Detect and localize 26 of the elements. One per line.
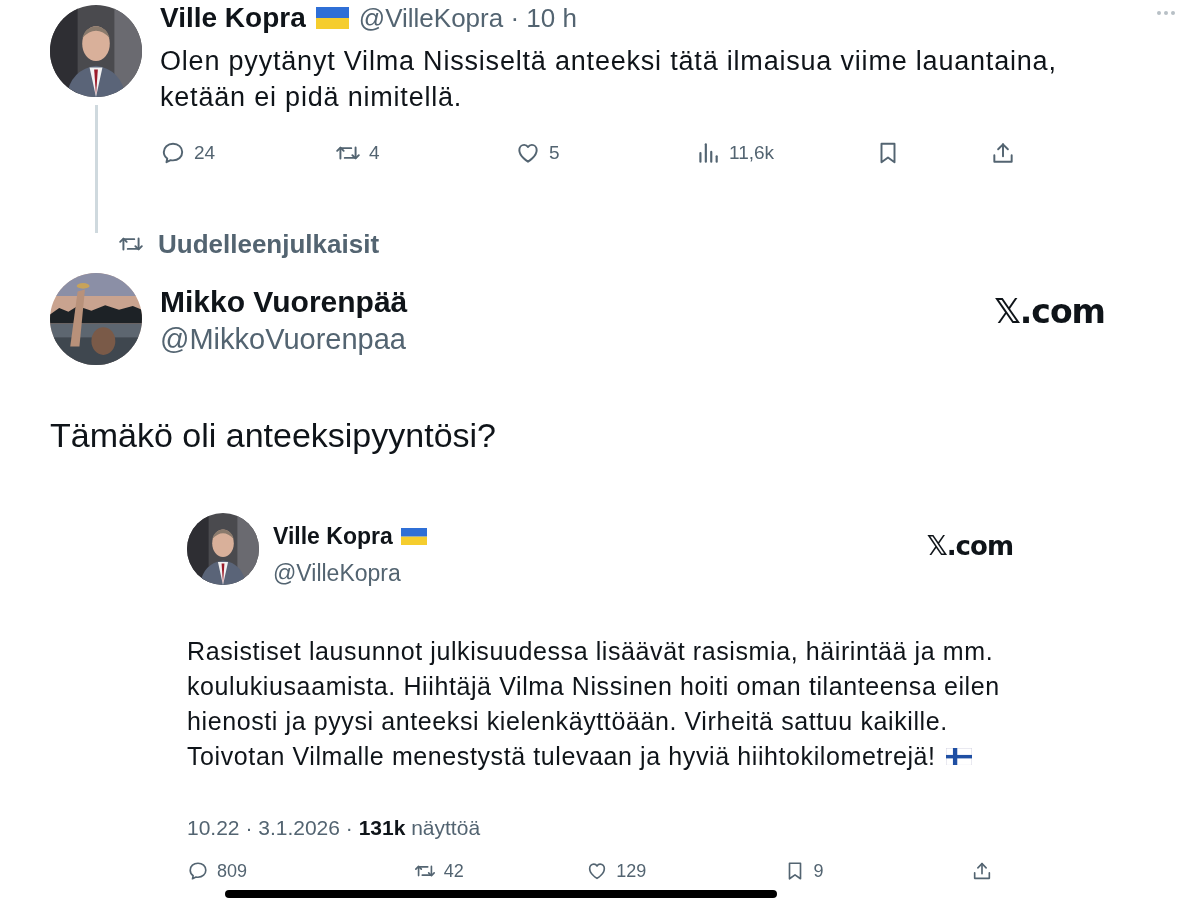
handle: @MikkoVuorenpaa (160, 322, 407, 357)
heart-button[interactable]: 129 (586, 857, 784, 885)
repost-button[interactable]: 4 (335, 139, 515, 168)
repost-button[interactable]: 42 (413, 857, 587, 885)
reply-button[interactable]: 809 (187, 857, 414, 885)
reply-button[interactable]: 24 (160, 139, 335, 168)
handle: @VilleKopra (273, 558, 402, 588)
finland-flag-icon (945, 747, 972, 766)
reply-icon (187, 860, 209, 882)
ukraine-flag-icon (315, 7, 349, 29)
brand-logo: 𝕏.com (994, 291, 1105, 333)
bookmark-button[interactable]: 9 (783, 857, 971, 885)
handle-and-time: @VilleKopra · 10 h (358, 1, 577, 35)
quoted-text: Rasistiset lausunnot julkisuudessa lisäävät rasismia, häirintää ja mm. koulukiusaamista. Hiihtäjä Vilma Nissinen hoiti oman tilanteensa eilen hienosti ja pyysi anteeksi kielenkäyttöään. Virheitä sattuu kaikille. (187, 636, 1001, 737)
author-name: Mikko Vuorenpää (160, 285, 409, 319)
author-name: Ville Kopra (160, 1, 306, 35)
brand-logo: 𝕏.com (926, 530, 1013, 563)
bar-chart-button[interactable]: 11,6k (695, 139, 875, 168)
ukraine-flag-icon (400, 527, 427, 545)
post-text: Tämäkö oli anteeksipyyntösi? (50, 415, 496, 455)
repost-label: Uudelleenjulkaisit (158, 227, 380, 261)
author-name: Ville Kopra (273, 522, 393, 551)
quoted-text: Toivotan Vilmalle menestystä tulevaan ja hyviä hiihtokilometrejä! (187, 741, 936, 772)
heart-button[interactable]: 5 (515, 139, 695, 168)
post-meta: 10.22 · 3.1.2026 · 131k näyttöä (187, 815, 481, 841)
tweet-text: Olen pyytänyt Vilma Nissiseltä anteeksi tätä ilmaisua viime lauantaina, ketään ei pidä nimitellä. (160, 45, 1058, 114)
